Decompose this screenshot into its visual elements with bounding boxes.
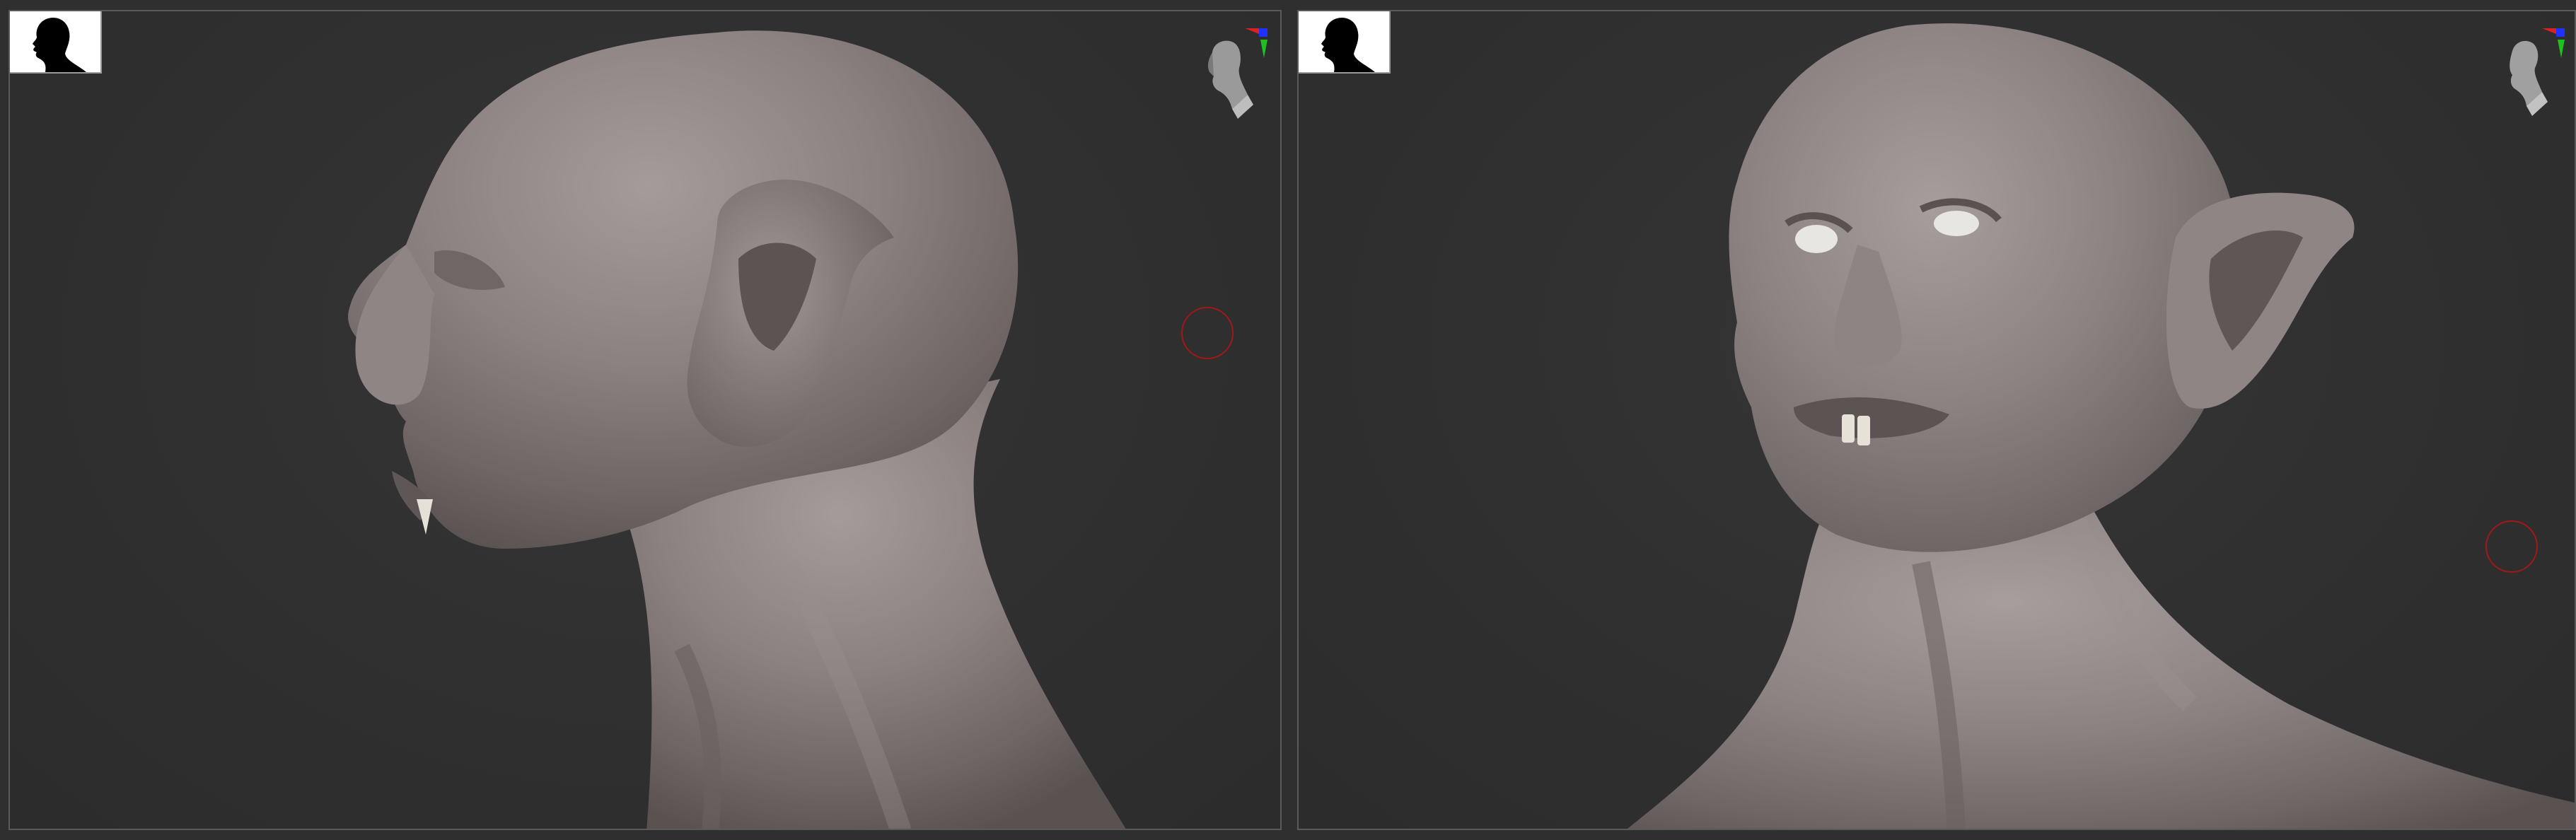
viewport-left[interactable] [8,10,1282,830]
zbrush-canvas [0,0,2576,840]
perspective-gizmo[interactable] [1198,27,1269,126]
perspective-head-gizmo-icon [2510,28,2565,116]
viewport-right[interactable] [1297,10,2576,830]
brush-cursor-icon [1181,307,1234,359]
head-silhouette-icon [1321,17,1375,72]
head-silhouette-icon [33,17,86,72]
sculpt-mesh-three-quarter[interactable] [1299,11,2576,830]
silhouette-toggle-button[interactable] [10,11,102,74]
silhouette-toggle-button[interactable] [1299,11,1391,74]
brush-cursor-icon [2485,520,2538,573]
perspective-head-gizmo-icon [1207,28,1267,119]
sculpt-mesh-side-profile[interactable] [10,11,1282,830]
perspective-gizmo[interactable] [2495,27,2566,126]
